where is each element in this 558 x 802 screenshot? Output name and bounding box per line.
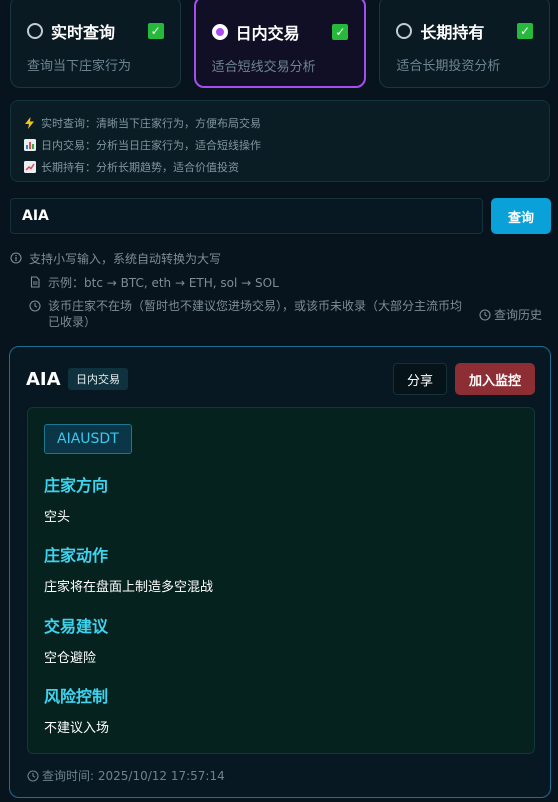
trading-pair-badge: AIAUSDT bbox=[44, 424, 132, 454]
hint-text: 该币庄家不在场（暂时也不建议您进场交易），或该币未收录（大部分主流币均 已收录） bbox=[48, 298, 462, 330]
radio-icon[interactable] bbox=[27, 23, 43, 39]
symbol-search-input[interactable]: AIA bbox=[10, 198, 483, 234]
mode-card-intraday[interactable]: 日内交易 ✓ 适合短线交易分析 bbox=[193, 0, 367, 88]
section-title-risk: 风险控制 bbox=[44, 687, 109, 706]
section-title-advice: 交易建议 bbox=[44, 617, 109, 636]
section-body-advice: 空仓避险 bbox=[44, 651, 97, 666]
mode-description: 适合长期投资分析 bbox=[396, 59, 501, 74]
section-body-action: 庄家将在盘面上制造多空混战 bbox=[44, 580, 214, 595]
section-body-risk: 不建议入场 bbox=[44, 721, 110, 736]
info-line: 实时查询：清晰当下庄家行为，方便布局交易 bbox=[23, 112, 537, 134]
history-label: 查询历史 bbox=[494, 308, 543, 322]
query-button[interactable]: 查询 bbox=[491, 198, 551, 234]
result-symbol: AIA bbox=[26, 369, 61, 390]
hint-text: 示例：btc → BTC, eth → ETH, sol → SOL bbox=[48, 276, 279, 290]
info-circle-icon bbox=[10, 252, 22, 264]
mode-info-box: 实时查询：清晰当下庄家行为，方便布局交易 日内交易：分析当日庄家行为，适合短线操… bbox=[10, 100, 550, 182]
mode-tag: 日内交易 bbox=[68, 368, 128, 390]
section-title-direction: 庄家方向 bbox=[44, 476, 109, 495]
add-monitor-button[interactable]: 加入监控 bbox=[455, 363, 535, 395]
search-input-value: AIA bbox=[22, 208, 49, 224]
query-time-text: 查询时间: 2025/10/12 17:57:14 bbox=[42, 769, 225, 783]
info-line-text: 实时查询：清晰当下庄家行为，方便布局交易 bbox=[41, 117, 261, 130]
mode-card-longterm[interactable]: 长期持有 ✓ 适合长期投资分析 bbox=[379, 0, 551, 88]
share-button[interactable]: 分享 bbox=[393, 363, 447, 395]
trend-up-icon bbox=[23, 161, 36, 174]
lightning-icon bbox=[23, 117, 36, 130]
clock-icon bbox=[29, 300, 41, 312]
bar-chart-icon bbox=[23, 139, 36, 152]
mode-title: 实时查询 bbox=[51, 23, 116, 42]
mode-title: 日内交易 bbox=[235, 24, 300, 43]
info-line: 长期持有：分析长期趋势，适合价值投资 bbox=[23, 156, 537, 178]
example-hint: 示例：btc → BTC, eth → ETH, sol → SOL bbox=[29, 274, 279, 291]
document-icon bbox=[29, 276, 41, 288]
hint-text: 支持小写输入，系统自动转换为大写 bbox=[29, 252, 222, 266]
query-timestamp: 查询时间: 2025/10/12 17:57:14 bbox=[27, 767, 225, 784]
section-title-action: 庄家动作 bbox=[44, 546, 109, 565]
clock-icon bbox=[27, 769, 39, 782]
info-line: 日内交易：分析当日庄家行为，适合短线操作 bbox=[23, 134, 537, 156]
absence-warning-hint: 该币庄家不在场（暂时也不建议您进场交易），或该币未收录（大部分主流币均 已收录） bbox=[29, 298, 474, 330]
radio-selected-icon[interactable] bbox=[211, 24, 228, 40]
history-clock-icon bbox=[479, 308, 491, 321]
query-history-link[interactable]: 查询历史 bbox=[479, 306, 542, 323]
radio-icon[interactable] bbox=[396, 23, 413, 39]
mode-description: 查询当下庄家行为 bbox=[27, 59, 132, 74]
checkbox-checked-icon[interactable]: ✓ bbox=[147, 23, 164, 39]
checkbox-checked-icon[interactable]: ✓ bbox=[517, 23, 534, 39]
info-line-text: 长期持有：分析长期趋势，适合价值投资 bbox=[41, 161, 239, 174]
warning-line-2: 已收录） bbox=[48, 315, 97, 329]
mode-title: 长期持有 bbox=[420, 23, 485, 42]
analysis-panel: AIAUSDT 庄家方向 空头 庄家动作 庄家将在盘面上制造多空混战 交易建议 … bbox=[27, 407, 535, 754]
result-card: AIA 日内交易 分享 加入监控 AIAUSDT 庄家方向 空头 庄家动作 庄家… bbox=[9, 346, 551, 798]
uppercase-hint: 支持小写输入，系统自动转换为大写 bbox=[10, 250, 221, 267]
mode-description: 适合短线交易分析 bbox=[211, 60, 316, 75]
section-body-direction: 空头 bbox=[44, 510, 71, 525]
mode-selector: 实时查询 ✓ 查询当下庄家行为 日内交易 ✓ 适合短线交易分析 长期持有 ✓ 适… bbox=[10, 0, 551, 88]
info-line-text: 日内交易：分析当日庄家行为，适合短线操作 bbox=[41, 139, 261, 152]
checkbox-checked-icon[interactable]: ✓ bbox=[332, 24, 349, 40]
mode-card-realtime[interactable]: 实时查询 ✓ 查询当下庄家行为 bbox=[10, 0, 181, 88]
warning-line-1: 该币庄家不在场（暂时也不建议您进场交易），或该币未收录（大部分主流币均 bbox=[48, 299, 463, 313]
